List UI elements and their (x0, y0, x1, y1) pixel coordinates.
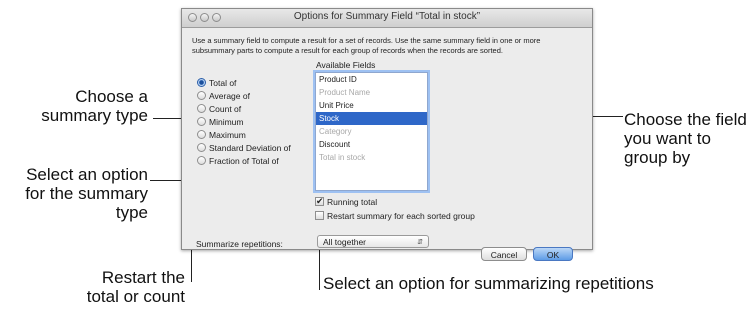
available-fields-list[interactable]: Product ID Product Name Unit Price Stock… (315, 72, 428, 191)
radio-button[interactable] (197, 156, 206, 166)
summarize-repetitions-select[interactable]: All together ⇵ (317, 235, 429, 248)
running-total-option[interactable]: ✔ Running total (315, 196, 377, 208)
field-item-category[interactable]: Category (316, 125, 427, 138)
summarize-repetitions-label: Summarize repetitions: (196, 239, 283, 249)
field-item-stock[interactable]: Stock (316, 112, 427, 125)
radio-minimum[interactable]: Minimum (197, 116, 243, 128)
field-item-total-in-stock[interactable]: Total in stock (316, 151, 427, 164)
radio-label: Standard Deviation of (209, 143, 291, 153)
callout-choose-field: Choose the field you want to group by (624, 110, 747, 167)
available-fields-label: Available Fields (316, 60, 376, 70)
leader-summary-type-h (153, 118, 183, 119)
cancel-button[interactable]: Cancel (481, 247, 527, 261)
title-bar: Options for Summary Field “Total in stoc… (182, 9, 592, 28)
summary-options-dialog: Options for Summary Field “Total in stoc… (181, 8, 593, 261)
dialog-title: Options for Summary Field “Total in stoc… (293, 11, 481, 22)
radio-label: Count of (209, 104, 242, 114)
summarize-repetitions-value: All together (323, 237, 366, 247)
callout-restart: Restart the total or count (86, 268, 185, 306)
radio-maximum[interactable]: Maximum (197, 129, 246, 141)
radio-button[interactable] (197, 117, 206, 127)
updown-arrows-icon: ⇵ (417, 239, 423, 246)
field-item-discount[interactable]: Discount (316, 138, 427, 151)
running-total-checkbox[interactable]: ✔ (315, 197, 324, 207)
radio-label: Total of (209, 78, 237, 88)
callout-select-option: Select an option for the summary type (25, 165, 148, 222)
restart-summary-checkbox[interactable] (315, 211, 324, 221)
leader-repetitions-v (319, 246, 320, 290)
radio-button[interactable] (197, 104, 206, 114)
radio-label: Minimum (209, 117, 244, 127)
callout-summary-type: Choose a summary type (41, 87, 148, 125)
callout-repetitions: Select an option for summarizing repetit… (323, 274, 654, 293)
radio-average-of[interactable]: Average of (197, 90, 250, 102)
running-total-label: Running total (327, 197, 378, 207)
radio-fraction-of-total-of[interactable]: Fraction of Total of (197, 155, 279, 167)
restart-summary-option[interactable]: Restart summary for each sorted group (315, 210, 475, 222)
restart-summary-label: Restart summary for each sorted group (327, 211, 475, 221)
radio-button[interactable] (197, 143, 206, 153)
field-item-unit-price[interactable]: Unit Price (316, 99, 427, 112)
radio-button[interactable] (197, 130, 206, 140)
radio-count-of[interactable]: Count of (197, 103, 241, 115)
radio-label: Maximum (209, 130, 246, 140)
radio-standard-deviation-of[interactable]: Standard Deviation of (197, 142, 291, 154)
radio-button[interactable] (197, 78, 206, 88)
radio-label: Fraction of Total of (209, 156, 279, 166)
radio-total-of[interactable]: Total of (197, 77, 236, 89)
radio-label: Average of (209, 91, 250, 101)
intro-text: Use a summary field to compute a result … (192, 36, 541, 55)
radio-button[interactable] (197, 91, 206, 101)
field-item-product-id[interactable]: Product ID (316, 73, 427, 86)
ok-button[interactable]: OK (533, 247, 573, 261)
field-item-product-name[interactable]: Product Name (316, 86, 427, 99)
